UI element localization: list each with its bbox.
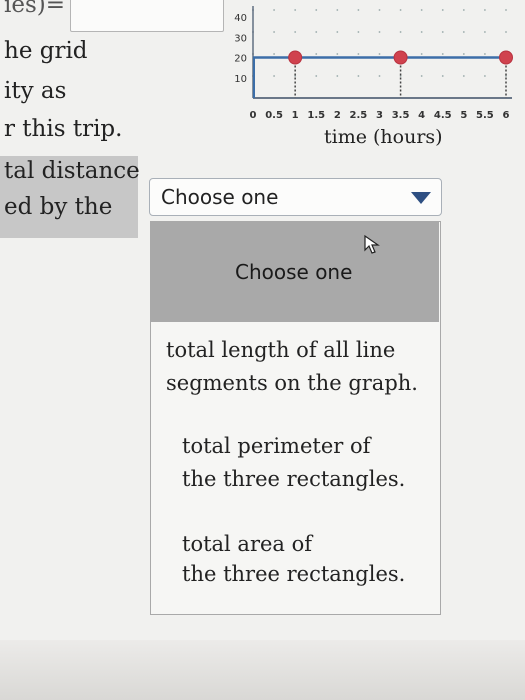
y-tick-labels: 40 30 20 10 bbox=[234, 13, 247, 85]
grid-dot bbox=[441, 9, 444, 11]
option-line: the three rectangles. bbox=[182, 467, 406, 491]
option-line: total length of all line bbox=[166, 338, 396, 362]
grid-dot bbox=[505, 31, 507, 33]
grid-dot bbox=[336, 75, 339, 77]
grid-dot bbox=[315, 53, 318, 55]
graph: 40 30 20 10 0 0.5 1 1.5 2 2.5 3 3.5 4 4.5 5 5.5 6 time … bbox=[228, 0, 525, 160]
grid-dot bbox=[441, 53, 444, 55]
x-tick-label: 5.5 bbox=[476, 110, 494, 121]
x-tick-labels: 0 0.5 1 1.5 2 2.5 3 3.5 4 4.5 5 5.5 6 bbox=[250, 110, 510, 121]
grid-dot bbox=[273, 53, 275, 55]
grid-dot bbox=[462, 31, 465, 33]
x-tick-label: 4.5 bbox=[434, 110, 452, 121]
grid-dot bbox=[378, 75, 381, 77]
x-tick-label: 1 bbox=[292, 110, 299, 121]
data-point bbox=[393, 50, 408, 65]
x-tick-label: 0.5 bbox=[265, 110, 283, 121]
grid-dot bbox=[484, 9, 486, 11]
x-tick-label: 6 bbox=[503, 110, 510, 121]
question-line: ies)= bbox=[4, 0, 66, 18]
grid-dot bbox=[378, 9, 381, 11]
mouse-pointer-icon bbox=[364, 234, 380, 254]
x-tick-label: 2.5 bbox=[350, 110, 368, 121]
question-line: he grid bbox=[4, 38, 88, 64]
grid-dot bbox=[484, 31, 486, 33]
grid-dot bbox=[273, 75, 275, 77]
grid-dot bbox=[462, 75, 465, 77]
grid-dot bbox=[336, 9, 339, 11]
grid-dot bbox=[399, 9, 402, 11]
grid-dot bbox=[357, 31, 360, 33]
grid-dot bbox=[315, 9, 318, 11]
grid-dot bbox=[420, 53, 423, 55]
option-line: total perimeter of bbox=[182, 434, 371, 458]
grid-dot bbox=[336, 31, 339, 33]
grid-dot bbox=[484, 53, 486, 55]
select-value: Choose one bbox=[161, 185, 279, 209]
x-tick-label: 4 bbox=[418, 110, 425, 121]
grid-dot bbox=[357, 9, 360, 11]
grid-dot bbox=[273, 9, 275, 11]
grid-dot bbox=[294, 9, 297, 11]
option-line: total area of bbox=[182, 532, 313, 556]
option-label: Choose one bbox=[235, 260, 353, 284]
option-line: the three rectangles. bbox=[182, 562, 406, 586]
x-tick-label: 2 bbox=[334, 110, 341, 121]
grid-dot bbox=[420, 9, 423, 11]
question-line: ed by the bbox=[4, 194, 113, 220]
x-tick-label: 3.5 bbox=[392, 110, 410, 121]
y-tick-label: 10 bbox=[234, 74, 247, 85]
x-tick-label: 0 bbox=[250, 110, 257, 121]
grid-dot bbox=[378, 53, 381, 55]
grid-dot bbox=[441, 31, 444, 33]
option-line: segments on the graph. bbox=[166, 371, 418, 395]
x-tick-label: 3 bbox=[376, 110, 383, 121]
caret-down-icon[interactable] bbox=[411, 192, 431, 204]
grid-dot bbox=[378, 31, 381, 33]
grid-dot bbox=[357, 75, 360, 77]
answer-input[interactable] bbox=[70, 0, 224, 32]
grid-dot bbox=[441, 75, 444, 77]
y-tick-label: 40 bbox=[234, 13, 247, 24]
question-line: tal distance bbox=[4, 158, 140, 184]
data-point bbox=[288, 50, 303, 65]
dropdown-menu: Choose one total length of all line segm… bbox=[150, 221, 441, 615]
y-tick-label: 20 bbox=[234, 54, 247, 65]
grid-dot bbox=[484, 75, 486, 77]
grid-dot bbox=[294, 31, 297, 33]
y-tick-label: 30 bbox=[234, 33, 247, 44]
choose-one-select[interactable]: Choose one bbox=[149, 178, 442, 216]
grid-dot bbox=[505, 9, 507, 11]
x-axis-label: time (hours) bbox=[324, 126, 443, 148]
x-tick-label: 1.5 bbox=[307, 110, 325, 121]
option-total-area[interactable]: total area of the three rectangles. bbox=[182, 529, 405, 589]
option-total-length[interactable]: total length of all line segments on the… bbox=[166, 334, 418, 400]
option-total-perimeter[interactable]: total perimeter of the three rectangles. bbox=[182, 430, 405, 496]
grid-dot bbox=[420, 75, 423, 77]
data-point bbox=[499, 50, 513, 65]
grid-dot bbox=[462, 9, 465, 11]
question-text: ies)= he grid ity as r this trip. tal di… bbox=[0, 0, 140, 240]
option-choose-one[interactable]: Choose one bbox=[151, 222, 439, 322]
series bbox=[253, 50, 513, 98]
question-line: r this trip. bbox=[4, 116, 123, 142]
photo-shadow bbox=[0, 640, 525, 700]
grid-dot bbox=[399, 31, 402, 33]
grid-dot bbox=[420, 31, 423, 33]
grid-dot bbox=[336, 53, 339, 55]
grid-dot bbox=[315, 75, 318, 77]
grid-dot bbox=[315, 31, 318, 33]
question-line: ity as bbox=[4, 78, 67, 104]
grid-dot bbox=[273, 31, 275, 33]
x-tick-label: 5 bbox=[460, 110, 467, 121]
grid-dot bbox=[357, 53, 360, 55]
grid-dot bbox=[462, 53, 465, 55]
